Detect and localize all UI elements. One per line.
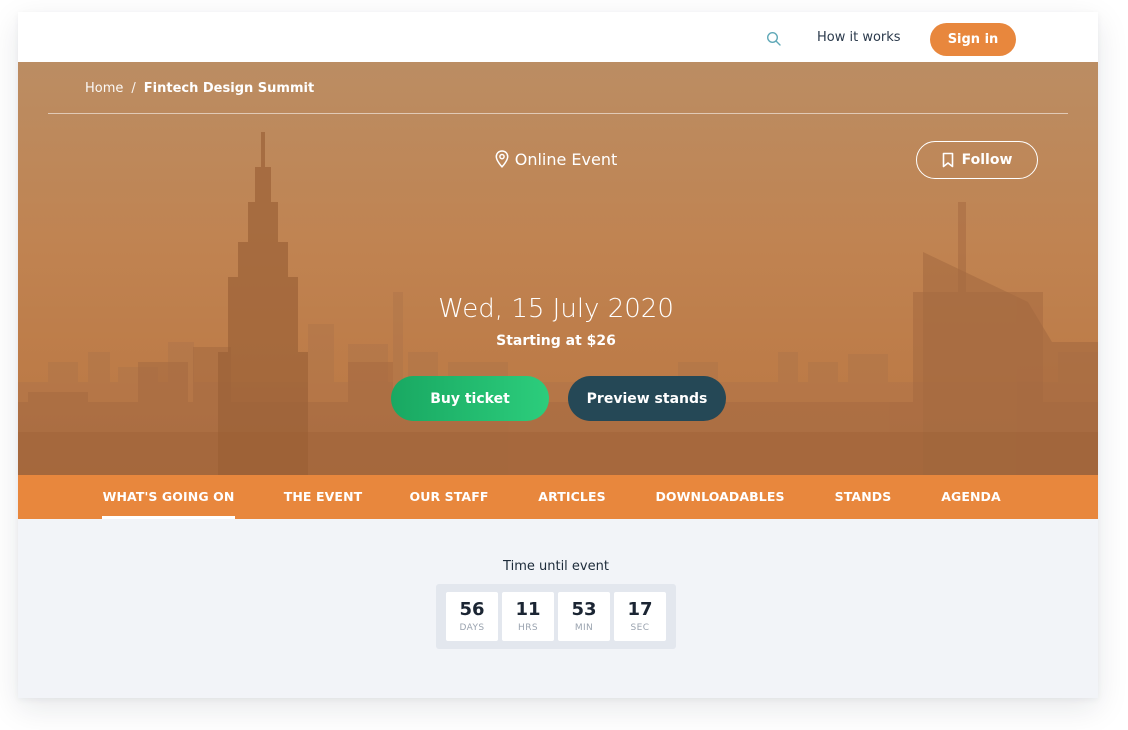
countdown-label: Time until event (503, 559, 609, 574)
buy-ticket-button[interactable]: Buy ticket (391, 376, 549, 421)
follow-button[interactable]: Follow (916, 141, 1038, 179)
how-it-works-link[interactable]: How it works (817, 30, 901, 45)
countdown-days-unit: DAYS (459, 623, 485, 633)
breadcrumb: Home / Fintech Design Summit (85, 81, 314, 96)
search-icon[interactable] (766, 31, 782, 47)
sign-in-button[interactable]: Sign in (930, 23, 1016, 56)
countdown-minutes-value: 53 (571, 599, 597, 620)
event-price: Starting at $26 (496, 333, 616, 349)
countdown-seconds: 17 SEC (614, 592, 666, 641)
countdown-hours-unit: HRS (518, 623, 538, 633)
tab-downloadables[interactable]: DOWNLOADABLES (654, 475, 786, 519)
countdown-minutes: 53 MIN (558, 592, 610, 641)
countdown-seconds-unit: SEC (630, 623, 650, 633)
event-nav: WHAT'S GOING ON THE EVENT OUR STAFF ARTI… (18, 475, 1098, 519)
tab-our-staff[interactable]: OUR STAFF (404, 475, 494, 519)
top-bar: How it works Sign in (18, 12, 1098, 62)
city-skyline-image (18, 132, 1098, 475)
countdown-hours-value: 11 (515, 599, 541, 620)
countdown-days-value: 56 (459, 599, 485, 620)
tab-articles[interactable]: ARTICLES (530, 475, 614, 519)
hero-divider (48, 113, 1068, 114)
breadcrumb-current: Fintech Design Summit (143, 81, 315, 96)
event-date: Wed, 15 July 2020 (438, 294, 674, 324)
countdown-minutes-unit: MIN (574, 623, 594, 633)
map-pin-icon (495, 150, 509, 168)
breadcrumb-home-link[interactable]: Home (85, 81, 123, 96)
follow-button-label: Follow (961, 152, 1013, 168)
countdown-seconds-value: 17 (627, 599, 653, 620)
browser-window: How it works Sign in Home / Fintech Desi… (18, 12, 1098, 698)
bookmark-icon (942, 152, 953, 168)
tab-agenda[interactable]: AGENDA (936, 475, 1006, 519)
countdown-timer: 56 DAYS 11 HRS 53 MIN 17 SEC (436, 584, 676, 649)
breadcrumb-separator: / (131, 81, 136, 96)
tab-whats-going-on[interactable]: WHAT'S GOING ON (102, 475, 235, 519)
countdown-days: 56 DAYS (446, 592, 498, 641)
preview-stands-button[interactable]: Preview stands (568, 376, 726, 421)
hero-banner: Home / Fintech Design Summit Online Event … (18, 62, 1098, 475)
tab-stands[interactable]: STANDS (828, 475, 898, 519)
tab-the-event[interactable]: THE EVENT (276, 475, 370, 519)
countdown-hours: 11 HRS (502, 592, 554, 641)
event-location-label: Online Event (514, 150, 618, 169)
